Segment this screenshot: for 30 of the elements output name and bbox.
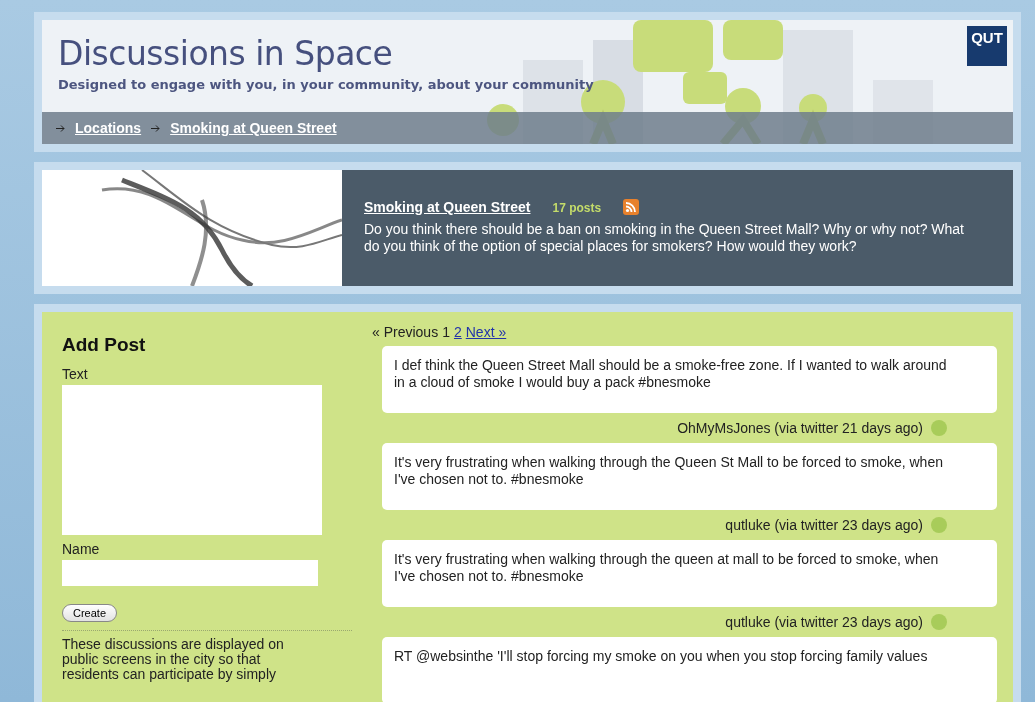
post-count: 17 posts xyxy=(552,201,602,215)
name-field[interactable] xyxy=(62,560,318,586)
bubble-icon xyxy=(931,517,947,533)
info-text: These discussions are displayed on public screens in the city so that residents can participate by simply xyxy=(62,637,285,682)
post-bubble: I def think the Queen Street Mall should be a smoke-free zone. If I wanted to walk around in a cloud of smoke I would buy a pack #bnesmoke xyxy=(382,346,997,413)
site-tagline: Designed to engage with you, in your community, about your community xyxy=(58,77,594,92)
logo: QUT xyxy=(967,26,1007,66)
bubble-icon xyxy=(931,420,947,436)
create-button[interactable]: Create xyxy=(62,604,118,622)
topic-question: Do you think there should be a ban on smoking in the Queen Street Mall? Why or why not? What do you think of the option of special places for smokers? How would they work? xyxy=(364,221,965,255)
form-heading: Add Post xyxy=(62,334,146,356)
post-author: qutluke (via twitter 23 days ago) xyxy=(725,614,923,630)
site-title: Discussions in Space xyxy=(58,34,393,73)
arrow-icon xyxy=(56,124,65,132)
post-bubble: RT @websinthe 'I'll stop forcing my smoke on you when you stop forcing family values xyxy=(382,637,997,702)
bubble-icon xyxy=(931,614,947,630)
field-label: Name xyxy=(62,541,100,557)
post-author: qutluke (via twitter 23 days ago) xyxy=(725,517,923,533)
post-author: OhMyMsJones (via twitter 21 days ago) xyxy=(677,420,923,436)
next-link[interactable]: Next » xyxy=(465,324,507,340)
rss-icon[interactable] xyxy=(623,198,640,215)
topic-title-link[interactable]: Smoking at Queen Street xyxy=(364,198,531,215)
text-field[interactable] xyxy=(62,385,322,535)
page-link[interactable]: 1 xyxy=(442,324,450,340)
page-link[interactable]: 2 xyxy=(453,324,462,340)
arrow-icon xyxy=(151,124,161,132)
field-label: Text xyxy=(62,366,88,382)
previous-label: « Previous xyxy=(372,324,439,340)
post-bubble: It's very frustrating when walking through the queen at mall to be forced to smoke, when I've chosen not to. #bnesmoke xyxy=(382,540,997,607)
post-bubble: It's very frustrating when walking through the Queen St Mall to be forced to smoke, when I've chosen not to. #bnesmoke xyxy=(382,443,997,510)
